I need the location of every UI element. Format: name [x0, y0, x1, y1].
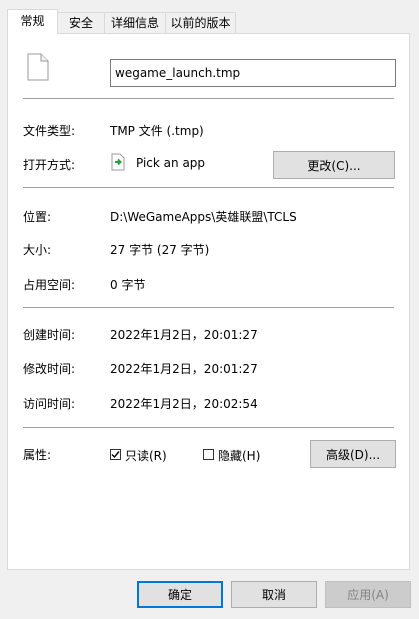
- separator: [23, 427, 394, 428]
- file-icon: [27, 53, 49, 81]
- advanced-button[interactable]: 高级(D)...: [310, 440, 396, 468]
- tab-previous-versions[interactable]: 以前的版本: [165, 12, 236, 33]
- change-button[interactable]: 更改(C)...: [273, 151, 395, 179]
- opens-with-label: 打开方式:: [23, 158, 76, 172]
- accessed-value: 2022年1月2日，20:02:54: [110, 397, 258, 411]
- file-type-label: 文件类型:: [23, 124, 76, 138]
- apply-button[interactable]: 应用(A): [325, 581, 411, 608]
- size-value: 27 字节 (27 字节): [110, 243, 210, 257]
- readonly-checkbox[interactable]: [110, 449, 121, 460]
- opens-with-value: Pick an app: [136, 156, 206, 170]
- disk-size-label: 占用空间:: [23, 278, 76, 292]
- tab-security[interactable]: 安全: [57, 12, 105, 33]
- disk-size-value: 0 字节: [110, 278, 146, 292]
- separator: [23, 307, 394, 308]
- app-file-icon: [111, 153, 125, 171]
- file-type-value: TMP 文件 (.tmp): [110, 124, 204, 138]
- tab-general[interactable]: 常规: [7, 9, 58, 34]
- location-label: 位置:: [23, 210, 52, 224]
- cancel-button[interactable]: 取消: [231, 581, 317, 608]
- modified-label: 修改时间:: [23, 362, 76, 376]
- tab-bar: 常规 安全 详细信息 以前的版本: [0, 0, 419, 34]
- hidden-checkbox[interactable]: [203, 449, 214, 460]
- general-panel: 文件类型: TMP 文件 (.tmp) 打开方式: Pick an app 更改…: [7, 33, 410, 570]
- hidden-label[interactable]: 隐藏(H): [218, 447, 260, 464]
- attributes-label: 属性:: [23, 448, 52, 462]
- location-value: D:\WeGameApps\英雄联盟\TCLS: [110, 210, 297, 224]
- modified-value: 2022年1月2日，20:01:27: [110, 362, 258, 376]
- accessed-label: 访问时间:: [23, 397, 76, 411]
- created-value: 2022年1月2日，20:01:27: [110, 328, 258, 342]
- created-label: 创建时间:: [23, 328, 76, 342]
- ok-button[interactable]: 确定: [137, 581, 223, 608]
- filename-input[interactable]: [110, 59, 396, 87]
- separator: [23, 98, 394, 99]
- readonly-label[interactable]: 只读(R): [125, 447, 167, 464]
- size-label: 大小:: [23, 243, 52, 257]
- tab-details[interactable]: 详细信息: [104, 12, 166, 33]
- checkmark-icon: [111, 451, 120, 459]
- separator: [23, 187, 394, 188]
